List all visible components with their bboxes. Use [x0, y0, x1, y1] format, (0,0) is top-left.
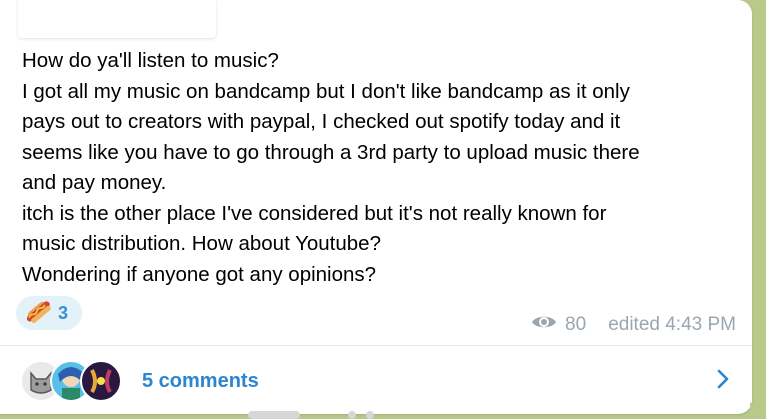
comments-bar[interactable]: 5 comments [0, 346, 752, 414]
message-bubble: How do ya'll listen to music? I got all … [0, 0, 752, 414]
reaction-count: 3 [58, 302, 69, 323]
comments-link[interactable]: 5 comments [142, 370, 259, 393]
avatar [80, 360, 122, 402]
message-line: itch is the other place I've considered … [22, 201, 607, 225]
message-line: seems like you have to go through a 3rd … [22, 140, 640, 164]
message-line: Wondering if anyone got any opinions? [22, 262, 377, 286]
message-header-box [18, 0, 216, 38]
message-line: music distribution. How about Youtube? [22, 232, 381, 255]
eye-icon [531, 313, 557, 337]
chevron-right-icon[interactable] [716, 368, 730, 395]
hotdog-icon [24, 297, 52, 330]
message-line: I got all my music on bandcamp but I don… [22, 79, 630, 103]
commenter-avatars [20, 360, 130, 402]
message-line: pays out to creators with paypal, I chec… [22, 110, 621, 133]
message-meta: 80 edited 4:43 PM [531, 313, 736, 337]
message-line: How do ya'll listen to music? [22, 49, 279, 72]
reaction-hotdog[interactable]: 3 [16, 296, 83, 330]
message-line: and pay money. [22, 171, 167, 194]
edited-timestamp: edited 4:43 PM [608, 314, 736, 335]
bubble-tail-gap [750, 403, 766, 419]
view-count: 80 [565, 314, 587, 335]
message-text: How do ya'll listen to music? I got all … [22, 46, 744, 290]
